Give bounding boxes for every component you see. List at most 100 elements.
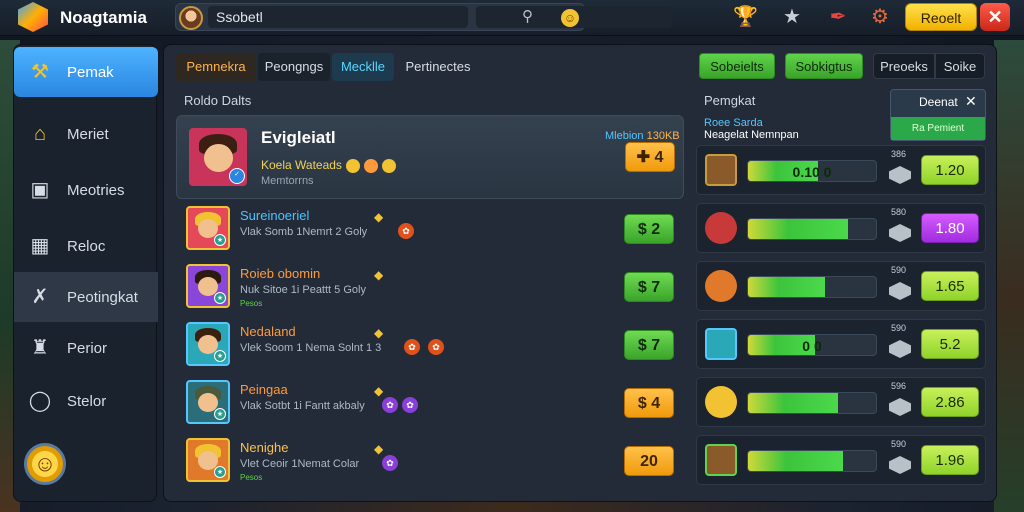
green-action-button-2[interactable]: Sobkigtus — [785, 53, 863, 79]
settings-icon[interactable]: ⚙ — [868, 5, 892, 29]
rank-badge-icon: ★ — [214, 408, 226, 420]
subtitle-text: Koela Wateads — [261, 158, 342, 172]
close-icon[interactable]: ✕ — [965, 93, 977, 110]
list-item[interactable]: ★ Roieb obomin Nuk Sitoe 1i Peattt 5 Gol… — [176, 260, 684, 316]
list-item[interactable]: ★ Nedaland Vlek Soom 1 Nema Solnt 1 3 ◆ … — [176, 318, 684, 374]
upgrade-cost: 590 — [891, 439, 907, 449]
upgrade-cost: 590 — [891, 323, 907, 333]
list-item[interactable]: ★ Sureinoeriel Vlak Somb 1Nemrt 2 Goly ◆… — [176, 202, 684, 258]
player-name: Sureinoeriel — [240, 208, 310, 223]
player-avatar-icon[interactable] — [179, 6, 203, 30]
magic-orb-icon: ✿ — [402, 397, 418, 413]
upgrade-value-button[interactable]: 1.65 — [921, 271, 979, 301]
gem-icon — [889, 456, 911, 474]
background-foliage-right — [994, 40, 1024, 512]
player-avatar: ★ — [186, 322, 230, 366]
sidebar-item-label: Reloc — [67, 237, 106, 255]
gem-icon — [889, 224, 911, 242]
coin-icon — [381, 158, 396, 173]
upgrade-value-button[interactable]: 5.2 — [921, 329, 979, 359]
magic-orb-icon: ✿ — [382, 397, 398, 413]
trophy-icon: ◆ — [374, 326, 384, 340]
trophy-icon: ◆ — [374, 442, 384, 456]
search-icon[interactable]: ⚲ — [522, 9, 538, 25]
sidebar-item-perior[interactable]: ♜ Perior — [14, 323, 158, 373]
upgrade-cost: 596 — [891, 381, 907, 391]
magic-orb-icon: ✿ — [382, 455, 398, 471]
chat-icon: ◯ — [28, 390, 52, 412]
sidebar-item-peotingkat[interactable]: ✗ Peotingkat — [14, 272, 158, 322]
list-item[interactable]: ★ Peingaa Vlak Sotbt 1i Fantt akbaly ◆ ✿… — [176, 376, 684, 432]
score-pill[interactable]: $ 2 — [624, 214, 674, 244]
sidebar: ⚒ Pemak ⌂ Meriet ▣ Meotries ▦ Reloc ✗ Pe… — [13, 44, 158, 502]
dark-action-button-2[interactable]: Soike — [935, 53, 985, 79]
chest-icon — [705, 154, 737, 186]
sidebar-item-meriet[interactable]: ⌂ Meriet — [14, 109, 158, 159]
sidebar-item-label: Meotries — [67, 181, 125, 199]
dark-action-button-1[interactable]: Preoeks — [873, 53, 935, 79]
list-item[interactable]: ★ Nenighe Vlet Ceoir 1Nemat Colar Pesos … — [176, 434, 684, 490]
upgrade-progress-bar — [747, 218, 877, 240]
score-pill[interactable]: $ 4 — [624, 388, 674, 418]
upgrade-value-button[interactable]: 1.96 — [921, 445, 979, 475]
featured-tag: Mlebion 130KB — [605, 130, 680, 142]
smiley-icon[interactable]: ☺ — [24, 443, 66, 485]
sidebar-item-label: Meriet — [67, 125, 109, 143]
feather-icon[interactable]: ✒ — [826, 5, 850, 29]
sidebar-item-stelor[interactable]: ◯ Stelor — [14, 376, 158, 426]
upgrade-value-button[interactable]: 1.20 — [921, 155, 979, 185]
gem-icon — [889, 282, 911, 300]
upgrade-value-button[interactable]: 2.86 — [921, 387, 979, 417]
tab-peongngs[interactable]: Peongngs — [258, 53, 330, 81]
notification-action-button[interactable]: Ra Pemient — [891, 117, 985, 140]
player-details: Vlet Ceoir 1Nemat Colar — [240, 458, 360, 470]
player-name: Roieb obomin — [240, 266, 321, 281]
close-button[interactable]: ✕ — [980, 3, 1010, 31]
coin-icon — [345, 158, 360, 173]
upgrade-value-button[interactable]: 1.80 — [921, 213, 979, 243]
featured-player-card[interactable]: ✓ Evigleiatl Mlebion 130KB Koela Wateads… — [176, 115, 684, 199]
tab-pemnekra[interactable]: Pemnekra — [176, 53, 256, 81]
score-pill[interactable]: $ 7 — [624, 330, 674, 360]
score-pill[interactable]: $ 7 — [624, 272, 674, 302]
character-icon — [705, 270, 737, 302]
upgrade-row[interactable]: 580 1.80 — [696, 203, 986, 253]
upgrade-row[interactable]: 590 1.65 — [696, 261, 986, 311]
sidebar-item-reloc[interactable]: ▦ Reloc — [14, 221, 158, 271]
reset-button[interactable]: Reoelt — [905, 3, 977, 31]
sidebar-item-meotries[interactable]: ▣ Meotries — [14, 165, 158, 215]
dollar-icon: $ — [637, 337, 647, 354]
smiley-icon[interactable]: ☺ — [561, 9, 579, 27]
upgrade-row[interactable]: 596 2.86 — [696, 377, 986, 427]
avatar-face — [203, 144, 233, 173]
score-pill[interactable]: 20 — [624, 446, 674, 476]
featured-player-name: Evigleiatl — [261, 128, 336, 147]
score-value: 2 — [651, 221, 661, 238]
trophy-icon[interactable]: 🏆 — [733, 5, 758, 29]
green-action-button-1[interactable]: Sobeielts — [699, 53, 775, 79]
score-pill[interactable]: ✚ 4 — [625, 142, 675, 172]
chest-icon — [705, 444, 737, 476]
sidebar-item-pemak[interactable]: ⚒ Pemak — [14, 47, 158, 97]
notification-card[interactable]: Deenat ✕ Ra Pemient — [890, 89, 986, 141]
star-icon[interactable]: ★ — [780, 5, 804, 29]
tab-mecklle[interactable]: Mecklle — [332, 53, 394, 81]
featured-subtitle: Koela Wateads — [261, 158, 396, 173]
verified-badge-icon: ✓ — [229, 168, 245, 184]
search-bar[interactable]: ⚲ ☺ — [175, 3, 672, 31]
app-title: Noagtamia — [60, 8, 147, 27]
player-avatar: ★ — [186, 264, 230, 308]
player-avatar: ★ — [186, 438, 230, 482]
tab-pertinectes[interactable]: Pertinectes — [398, 53, 478, 81]
upgrade-row[interactable]: 590 1.96 — [696, 435, 986, 485]
trophy-icon: ◆ — [374, 210, 384, 224]
building-icon: ▦ — [30, 235, 50, 257]
character-icon — [705, 386, 737, 418]
search-input[interactable] — [208, 6, 468, 28]
home-icon: ⌂ — [33, 123, 47, 145]
main-panel: Pemnekra Peongngs Mecklle Pertinectes So… — [163, 44, 997, 502]
upgrade-row[interactable]: 0 0 590 5.2 — [696, 319, 986, 369]
sidebar-item-label: Pemak — [67, 63, 114, 81]
chest-icon: ▣ — [30, 179, 50, 201]
upgrade-row[interactable]: 0.10 0 386 1.20 — [696, 145, 986, 195]
